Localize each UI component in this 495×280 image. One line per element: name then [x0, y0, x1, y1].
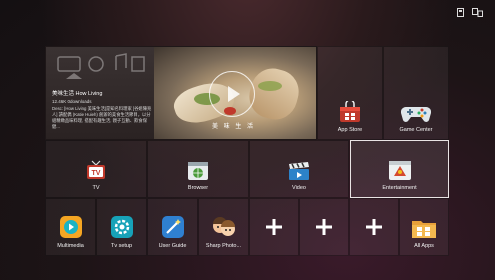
- featured-caption: 美 味 生 活: [212, 124, 256, 130]
- launcher-grid: 美味生活 How Living 12.46K 0downloads Desc: …: [45, 46, 449, 256]
- featured-info-panel: 美味生活 How Living 12.46K 0downloads Desc: …: [46, 47, 154, 139]
- game-center-label: Game Center: [399, 127, 433, 133]
- multimedia-play-icon: [59, 216, 82, 238]
- featured-title: 美味生活 How Living: [52, 91, 103, 97]
- media-decoration-icon: [57, 53, 145, 79]
- play-icon[interactable]: [209, 71, 255, 117]
- tv-setup-tile[interactable]: Tv setup: [96, 198, 147, 256]
- video-tile[interactable]: Video: [249, 140, 349, 198]
- plus-icon: [316, 219, 332, 235]
- storage-icon: [457, 8, 464, 17]
- user-guide-label: User Guide: [158, 243, 187, 249]
- magic-wand-icon: [161, 216, 184, 238]
- add-app-slot-3[interactable]: [349, 198, 399, 256]
- svg-text:TV: TV: [92, 170, 101, 177]
- multimedia-label: Multimedia: [57, 243, 84, 249]
- app-store-icon: [340, 101, 360, 122]
- clapperboard-icon: [289, 162, 309, 180]
- browser-icon: [188, 162, 208, 180]
- status-bar: [457, 8, 483, 17]
- browser-tile[interactable]: Browser: [147, 140, 249, 198]
- featured-tile[interactable]: 美味生活 How Living 12.46K 0downloads Desc: …: [45, 46, 317, 140]
- browser-label: Browser: [187, 185, 209, 191]
- gamepad-icon: [401, 106, 431, 122]
- video-label: Video: [292, 185, 306, 191]
- entertainment-icon: [388, 161, 411, 180]
- featured-description: Desc: [How Living 美味生活]是知名料理家 [谷姐陳兆人] 讀配…: [52, 106, 152, 129]
- plus-icon: [266, 219, 282, 235]
- featured-meta: 12.46K 0downloads: [52, 99, 92, 104]
- sharp-photo-label: Sharp Photo...: [205, 243, 242, 249]
- folder-icon: [412, 221, 436, 238]
- multimedia-tile[interactable]: Multimedia: [45, 198, 96, 256]
- game-center-tile[interactable]: Game Center: [383, 46, 449, 140]
- entertainment-tile[interactable]: Entertainment: [350, 140, 449, 198]
- tv-tile[interactable]: TV TV: [45, 140, 147, 198]
- add-app-slot-2[interactable]: [299, 198, 349, 256]
- tv-setup-label: Tv setup: [110, 243, 133, 249]
- network-icon: [472, 8, 483, 17]
- tv-icon: TV: [87, 160, 105, 179]
- user-guide-tile[interactable]: User Guide: [147, 198, 198, 256]
- tv-label: TV: [92, 185, 100, 191]
- featured-video-thumbnail[interactable]: 美 味 生 活: [154, 47, 316, 139]
- sharp-photo-tile[interactable]: Sharp Photo...: [198, 198, 249, 256]
- gear-icon: [110, 216, 133, 238]
- all-apps-label: All Apps: [414, 243, 434, 249]
- kids-photo-icon: [212, 217, 235, 236]
- plus-icon: [366, 219, 382, 235]
- app-store-label: App Store: [337, 127, 363, 133]
- entertainment-label: Entertainment: [382, 185, 417, 191]
- app-store-tile[interactable]: App Store: [317, 46, 383, 140]
- all-apps-tile[interactable]: All Apps: [399, 198, 449, 256]
- add-app-slot-1[interactable]: [249, 198, 299, 256]
